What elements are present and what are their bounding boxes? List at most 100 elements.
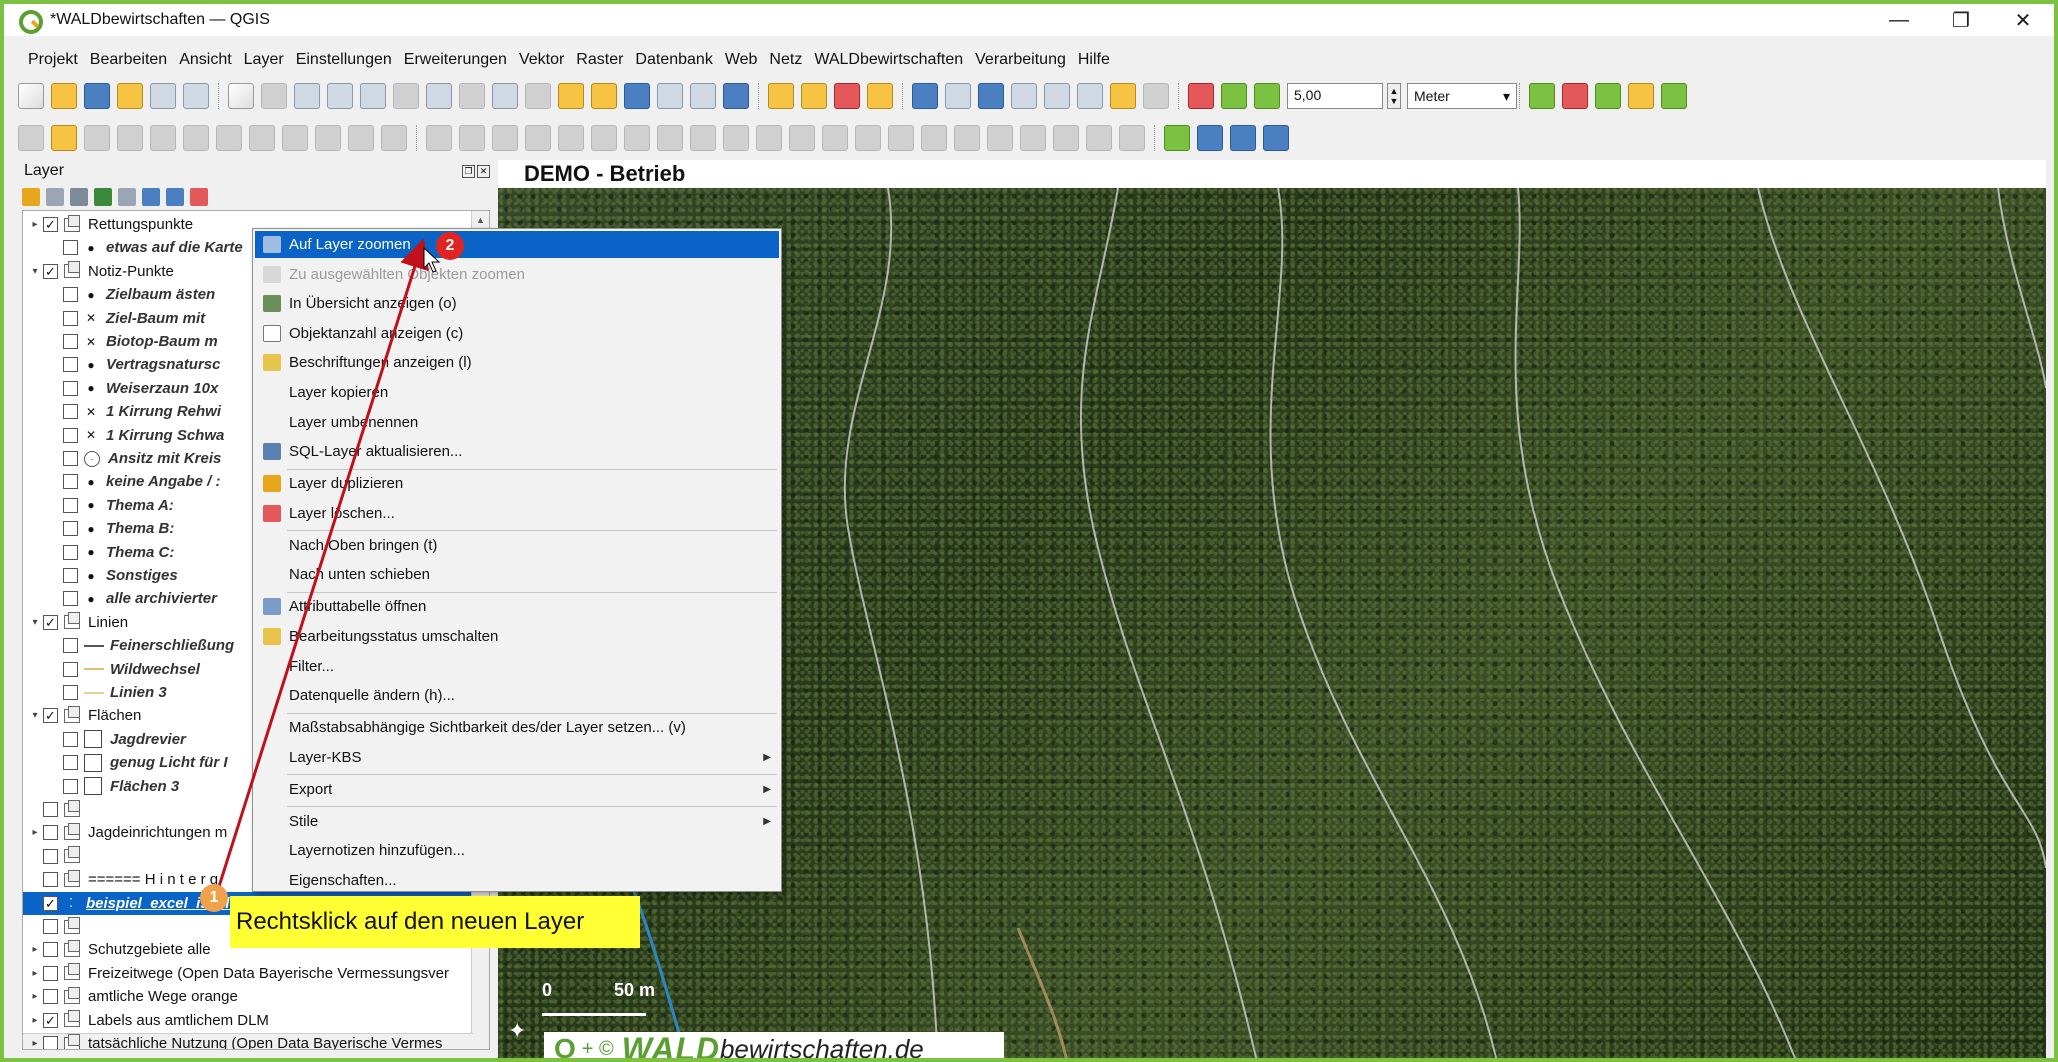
fill-ring-icon[interactable] <box>558 125 584 151</box>
transform-icon[interactable] <box>1119 125 1145 151</box>
menu-vektor[interactable]: Vektor <box>519 51 564 69</box>
scroll-up-icon[interactable]: ▲ <box>472 211 489 229</box>
add-group-icon[interactable] <box>46 188 64 206</box>
maximize-button[interactable]: ❐ <box>1930 4 1992 36</box>
plugin-star-add-icon[interactable] <box>1230 125 1256 151</box>
snapping-magnet-icon[interactable] <box>1188 83 1214 109</box>
new-project-icon[interactable] <box>18 83 44 109</box>
context-menu-item[interactable]: Auf Layer zoomen <box>255 231 779 258</box>
simplify-icon[interactable] <box>888 125 914 151</box>
layer-visibility-checkbox[interactable] <box>63 497 78 513</box>
undo-icon[interactable] <box>348 125 374 151</box>
layer-visibility-checkbox[interactable] <box>43 825 58 841</box>
layer-style-icon[interactable] <box>22 188 40 206</box>
split-parts-icon[interactable] <box>756 125 782 151</box>
menu-einstellungen[interactable]: Einstellungen <box>296 51 392 69</box>
pan-hand-icon[interactable] <box>228 83 254 109</box>
measure-icon[interactable] <box>1077 83 1103 109</box>
snap-intersection-icon[interactable] <box>1628 83 1654 109</box>
layer-visibility-checkbox[interactable] <box>43 872 58 888</box>
layer-visibility-checkbox[interactable] <box>43 919 58 934</box>
expand-arrow-icon[interactable]: ▸ <box>27 944 43 955</box>
context-menu-item[interactable]: Datenquelle ändern (h)... <box>255 682 779 709</box>
layer-visibility-checkbox[interactable] <box>43 965 58 981</box>
offset-curve-icon[interactable] <box>690 125 716 151</box>
layer-visibility-checkbox[interactable]: ✓ <box>43 708 58 724</box>
context-menu-item[interactable]: Layer kopieren <box>255 379 779 406</box>
layer-visibility-checkbox[interactable]: ✓ <box>43 263 58 279</box>
float-panel-icon[interactable]: ❐ <box>462 164 475 178</box>
menu-projekt[interactable]: Projekt <box>28 51 78 69</box>
snapping-type-icon[interactable] <box>1254 83 1280 109</box>
rotate-feature-icon[interactable] <box>1020 125 1046 151</box>
expand-arrow-icon[interactable]: ▸ <box>27 991 43 1002</box>
layer-visibility-checkbox[interactable] <box>63 334 78 349</box>
zoom-full-icon[interactable] <box>360 83 386 109</box>
layer-visibility-checkbox[interactable] <box>63 544 78 560</box>
expand-arrow-icon[interactable]: ▸ <box>27 219 43 230</box>
close-button[interactable]: ✕ <box>1992 4 2054 36</box>
context-menu-item[interactable]: SQL-Layer aktualisieren... <box>255 438 779 465</box>
context-menu-item[interactable]: Maßstabsabhängige Sichtbarkeit des/der L… <box>255 714 779 741</box>
filter-expression-icon[interactable] <box>118 188 136 206</box>
layer-row[interactable]: ▸ tatsächliche Nutzung (Open Data Bayeris… <box>23 1032 471 1049</box>
context-menu-item[interactable]: Export ▶ <box>255 776 779 803</box>
add-circular-string-icon[interactable] <box>459 125 485 151</box>
layer-visibility-checkbox[interactable] <box>63 638 78 654</box>
vertex-tool-icon[interactable] <box>150 125 176 151</box>
layer-visibility-checkbox[interactable] <box>63 521 78 537</box>
zoom-out-icon[interactable] <box>327 83 353 109</box>
reshape-icon[interactable] <box>657 125 683 151</box>
merge-attributes-icon[interactable] <box>822 125 848 151</box>
menu-netz[interactable]: Netz <box>769 51 802 69</box>
toggle-editing-icon[interactable] <box>51 125 77 151</box>
save-edits-icon[interactable] <box>84 125 110 151</box>
bookmark-icon[interactable] <box>624 83 650 109</box>
layer-visibility-checkbox[interactable] <box>63 451 78 466</box>
expand-arrow-icon[interactable]: ▸ <box>27 827 43 838</box>
settings-gear-icon[interactable] <box>978 83 1004 109</box>
layer-visibility-checkbox[interactable] <box>43 848 58 864</box>
plugin-xf-icon[interactable] <box>1164 125 1190 151</box>
menu-layer[interactable]: Layer <box>244 51 284 69</box>
layer-row[interactable]: ▸ amtliche Wege orange <box>23 985 471 1008</box>
copy-features-icon[interactable] <box>282 125 308 151</box>
merge-features-icon[interactable] <box>789 125 815 151</box>
layer-visibility-checkbox[interactable] <box>63 661 78 677</box>
context-menu-item[interactable]: Filter... <box>255 653 779 680</box>
menu-ansicht[interactable]: Ansicht <box>179 51 231 69</box>
statistics-sigma-icon[interactable] <box>1011 83 1037 109</box>
move-feature-icon[interactable] <box>987 125 1013 151</box>
select-by-value-icon[interactable] <box>801 83 827 109</box>
menu-raster[interactable]: Raster <box>576 51 623 69</box>
expand-arrow-icon[interactable]: ▸ <box>27 1038 43 1049</box>
snapping-tolerance-input[interactable]: 5,00 <box>1287 83 1383 109</box>
layer-visibility-checkbox[interactable] <box>43 989 58 1005</box>
expand-all-icon[interactable] <box>142 188 160 206</box>
layer-row[interactable]: ▸ ✓ Labels aus amtlichem DLM <box>23 1009 471 1032</box>
open-project-icon[interactable] <box>51 83 77 109</box>
context-menu-item[interactable]: Layer duplizieren <box>255 470 779 497</box>
new-map-view-icon[interactable] <box>558 83 584 109</box>
snapping-mode-icon[interactable] <box>1221 83 1247 109</box>
layer-row[interactable]: ▸ Freizeitwege (Open Data Bayerische Verm… <box>23 962 471 985</box>
tolerance-spinner[interactable]: ▲ ▼ <box>1387 83 1401 109</box>
add-point-icon[interactable] <box>117 125 143 151</box>
zoom-next-icon[interactable] <box>525 83 551 109</box>
menu-verarbeitung[interactable]: Verarbeitung <box>975 51 1066 69</box>
select-features-icon[interactable] <box>768 83 794 109</box>
topology-edit-icon[interactable] <box>1529 83 1555 109</box>
layer-visibility-checkbox[interactable]: ✓ <box>43 217 58 232</box>
zoom-native-icon[interactable] <box>459 83 485 109</box>
attribute-table-icon[interactable] <box>1044 83 1070 109</box>
layer-visibility-checkbox[interactable]: ✓ <box>43 1012 58 1028</box>
plugin-star-edit-icon[interactable] <box>1263 125 1289 151</box>
save-project-icon[interactable] <box>84 83 110 109</box>
modify-attributes-icon[interactable] <box>183 125 209 151</box>
menu-bearbeiten[interactable]: Bearbeiten <box>90 51 167 69</box>
expand-arrow-icon[interactable]: ▸ <box>27 968 43 979</box>
layer-visibility-checkbox[interactable] <box>63 778 78 794</box>
show-bookmarks-icon[interactable] <box>657 83 683 109</box>
menu-waldbewirtschaften[interactable]: WALDbewirtschaften <box>814 51 963 69</box>
zoom-layer-icon[interactable] <box>426 83 452 109</box>
